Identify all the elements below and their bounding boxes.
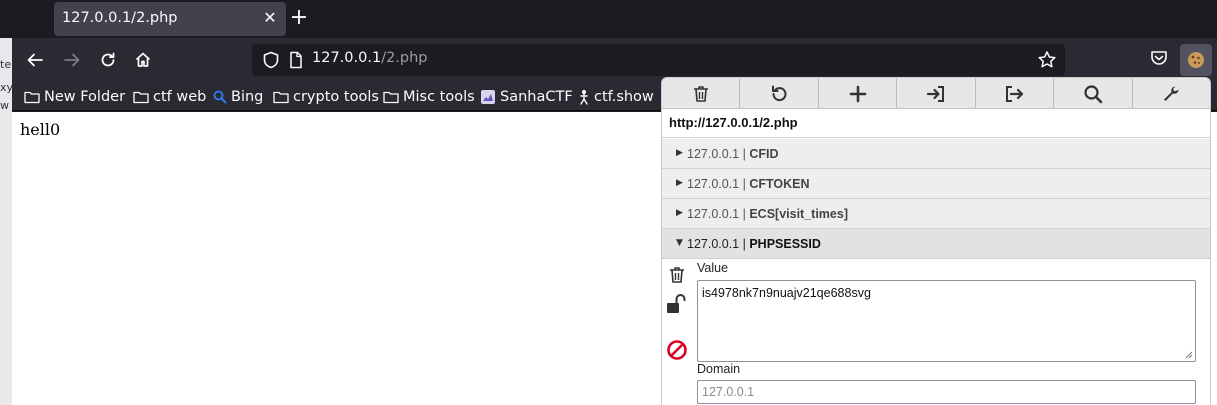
background-text: w (0, 99, 9, 112)
cookie-value-textarea[interactable]: is4978nk7n9nuajv21qe688svg (697, 280, 1196, 362)
expand-arrow-icon: ▶ (676, 148, 683, 158)
page-info-icon[interactable] (288, 51, 304, 69)
bookmark-sanhactf[interactable]: SanhaCTF (480, 87, 573, 107)
wrench-icon (1164, 85, 1179, 101)
bookmark-label: ctf.show (594, 89, 654, 105)
tab-active[interactable]: 127.0.0.1/2.php ✕ (54, 2, 286, 36)
arrow-left-icon (27, 53, 43, 67)
magnifier-icon (1084, 84, 1103, 103)
cookie-row[interactable]: ▶ 127.0.0.1 | ECS[visit_times] (662, 199, 1210, 229)
cookie-row-label: 127.0.0.1 | ECS[visit_times] (687, 207, 848, 221)
cookie-editor-url: http://127.0.0.1/2.php (662, 109, 1210, 138)
background-text: xy (0, 81, 12, 94)
tab-strip: 127.0.0.1/2.php ✕ + (12, 0, 1217, 38)
cookie-row[interactable]: ▶ 127.0.0.1 | CFID (662, 139, 1210, 169)
collapse-arrow-icon: ▼ (676, 238, 683, 248)
undo-icon (772, 85, 787, 101)
folder-icon (133, 90, 149, 104)
navigation-toolbar: 127.0.0.1/2.php (12, 38, 1217, 82)
resize-grip-icon[interactable] (1184, 350, 1193, 359)
undo-button[interactable] (740, 78, 819, 109)
value-label: Value (697, 261, 729, 275)
bookmark-star-icon[interactable] (1037, 50, 1057, 70)
cookie-row-label: 127.0.0.1 | PHPSESSID (687, 237, 821, 251)
tracking-protection-shield-icon[interactable] (262, 51, 280, 69)
block-icon (667, 340, 687, 360)
trash-icon (693, 85, 708, 102)
background-text: te (0, 58, 12, 71)
plus-icon (849, 85, 866, 102)
export-button[interactable] (976, 78, 1055, 109)
folder-icon (383, 90, 399, 104)
bookmark-label: crypto tools (293, 89, 379, 105)
arrow-right-icon (64, 53, 80, 67)
cookie-row[interactable]: ▶ 127.0.0.1 | CFTOKEN (662, 169, 1210, 199)
folder-icon (273, 90, 289, 104)
url-path: /2.php (381, 50, 428, 66)
import-button[interactable] (897, 78, 976, 109)
bookmark-label: New Folder (44, 89, 126, 105)
site-favicon (480, 89, 496, 105)
new-tab-button[interactable]: + (286, 6, 312, 32)
folder-icon (24, 90, 40, 104)
settings-button[interactable] (1133, 78, 1210, 109)
forward-button[interactable] (57, 46, 87, 74)
cookie-editor-url-text: http://127.0.0.1/2.php (669, 115, 798, 130)
cookie-icon (1188, 52, 1204, 68)
cookie-editor-popup: http://127.0.0.1/2.php ▶ 127.0.0.1 | CFI… (661, 77, 1211, 405)
home-button[interactable] (128, 46, 158, 74)
cookie-domain-field[interactable]: 127.0.0.1 (697, 380, 1196, 404)
home-icon (135, 52, 151, 67)
domain-label: Domain (697, 362, 741, 376)
toggle-lock-button[interactable] (666, 293, 688, 315)
bookmark-folder-misc-tools[interactable]: Misc tools (383, 87, 475, 107)
add-cookie-button[interactable] (819, 78, 898, 109)
delete-all-button[interactable] (662, 78, 741, 109)
search-icon (213, 90, 227, 104)
tab-close-icon[interactable]: ✕ (260, 8, 280, 28)
bookmark-label: SanhaCTF (500, 89, 573, 105)
cookie-value-text: is4978nk7n9nuajv21qe688svg (702, 286, 871, 300)
bookmark-label: ctf web (153, 89, 207, 105)
expand-arrow-icon: ▶ (676, 208, 683, 218)
import-icon (926, 85, 944, 102)
url-text[interactable]: 127.0.0.1/2.php (312, 50, 428, 66)
cookie-row-expanded[interactable]: ▼ 127.0.0.1 | PHPSESSID (662, 229, 1210, 259)
bookmark-bing[interactable]: Bing (213, 87, 263, 107)
bookmark-folder-crypto-tools[interactable]: crypto tools (273, 87, 379, 107)
delete-cookie-button[interactable] (666, 264, 688, 286)
expand-arrow-icon: ▶ (676, 178, 683, 188)
unlock-icon (667, 294, 686, 313)
site-favicon (578, 89, 590, 105)
back-button[interactable] (20, 46, 50, 74)
cookie-editor-extension-button[interactable] (1180, 44, 1212, 76)
page-text: hell0 (20, 120, 61, 139)
reload-icon (101, 52, 115, 67)
url-host: 127.0.0.1 (312, 50, 382, 66)
cookie-detail-panel: Value is4978nk7n9nuajv21qe688svg Domain … (662, 259, 1210, 405)
block-cookie-button[interactable] (666, 339, 688, 361)
tab-title: 127.0.0.1/2.php (62, 10, 178, 26)
bookmark-ctf-show[interactable]: ctf.show (578, 87, 654, 107)
bookmark-folder-new-folder[interactable]: New Folder (24, 87, 125, 107)
bookmark-label: Misc tools (403, 89, 475, 105)
cookie-row-label: 127.0.0.1 | CFID (687, 147, 779, 161)
background-window-edge: te xy w (0, 0, 12, 405)
cookie-row-label: 127.0.0.1 | CFTOKEN (687, 177, 810, 191)
trash-icon (670, 267, 684, 283)
reload-button[interactable] (93, 46, 123, 74)
cookie-domain-text: 127.0.0.1 (702, 385, 755, 399)
cookie-editor-toolbar (662, 78, 1210, 109)
export-icon (1006, 85, 1024, 102)
bookmark-label: Bing (231, 89, 264, 105)
address-bar[interactable]: 127.0.0.1/2.php (252, 44, 1065, 76)
bookmark-folder-ctf-web[interactable]: ctf web (133, 87, 206, 107)
search-button[interactable] (1054, 78, 1133, 109)
pocket-icon[interactable] (1149, 48, 1169, 68)
